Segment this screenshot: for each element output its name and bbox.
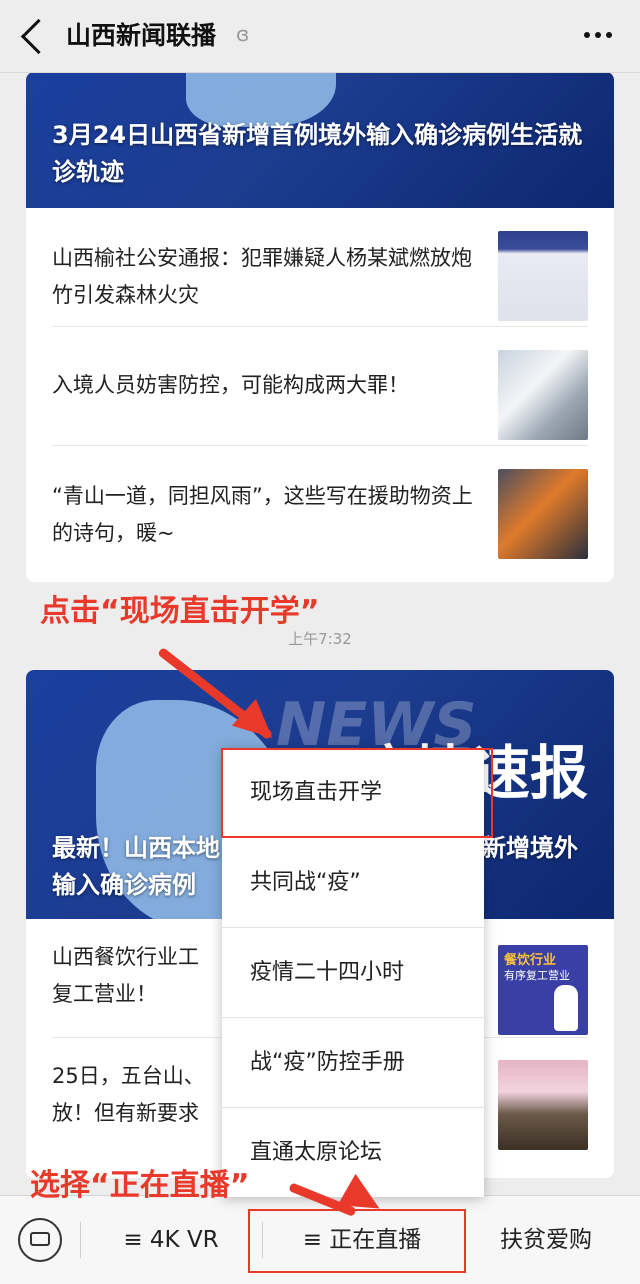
news-card-1: 3月24日山西省新增首例境外输入确诊病例生活就诊轨迹 山西榆社公安通报：犯罪嫌疑… [26,72,614,582]
annotation-top: 点击“现场直击开学” [40,594,320,629]
list-item[interactable]: “青山一道，同担风雨”，这些写在援助物资上的诗句，暖~ [52,446,588,564]
thumbnail-wutai-mountain [498,1060,588,1150]
item-title: 山西榆社公安通报：犯罪嫌疑人杨某斌燃放炮竹引发森林火灾 [52,246,472,307]
headline-line2: 输入确诊病例 [52,871,196,899]
headline-right: 新增境外 [482,834,578,862]
tab-poverty-shopping[interactable]: 扶贫爱购 [466,1215,626,1265]
thumbnail-police-notice [498,231,588,321]
list-item[interactable]: 入境人员妨害防控，可能构成两大罪！ [52,327,588,446]
divider [80,1222,81,1258]
item-title: 入境人员妨害防控，可能构成两大罪！ [52,373,409,397]
headline-left: 最新！山西本地 [52,834,220,862]
chef-figure [554,985,578,1031]
item-title: “青山一道，同担风雨”，这些写在援助物资上的诗句，暖~ [52,484,473,545]
hero-headline: 3月24日山西省新增首例境外输入确诊病例生活就诊轨迹 [52,121,583,186]
back-arrow-icon[interactable] [20,18,57,55]
thumbnail-restaurant-reopen: 餐饮行业 有序复工营业 [498,945,588,1035]
message-timestamp: 上午7:32 [288,630,352,648]
ear-icon[interactable]: ɞ [236,22,249,46]
annotation-bottom: 选择“正在直播” [30,1168,250,1203]
thumbnail-medical-staff [498,350,588,440]
keyboard-icon[interactable] [18,1218,62,1262]
more-options-icon[interactable] [584,32,612,38]
highlight-box-live [248,1209,466,1273]
menu-item-fight-epidemic[interactable]: 共同战“疫” [222,838,484,928]
tab-4k-vr[interactable]: ≡ 4K VR [82,1215,260,1265]
top-bar: 山西新闻联播 ɞ [0,0,640,73]
page-title: 山西新闻联播 [66,21,217,50]
hero-article-1[interactable]: 3月24日山西省新增首例境外输入确诊病例生活就诊轨迹 [26,72,614,208]
highlight-box-menu [221,748,493,838]
menu-item-24h[interactable]: 疫情二十四小时 [222,928,484,1018]
list-item[interactable]: 山西榆社公安通报：犯罪嫌疑人杨某斌燃放炮竹引发森林火灾 [52,208,588,327]
thumbnail-aid-supplies [498,469,588,559]
menu-item-handbook[interactable]: 战“疫”防控手册 [222,1018,484,1108]
